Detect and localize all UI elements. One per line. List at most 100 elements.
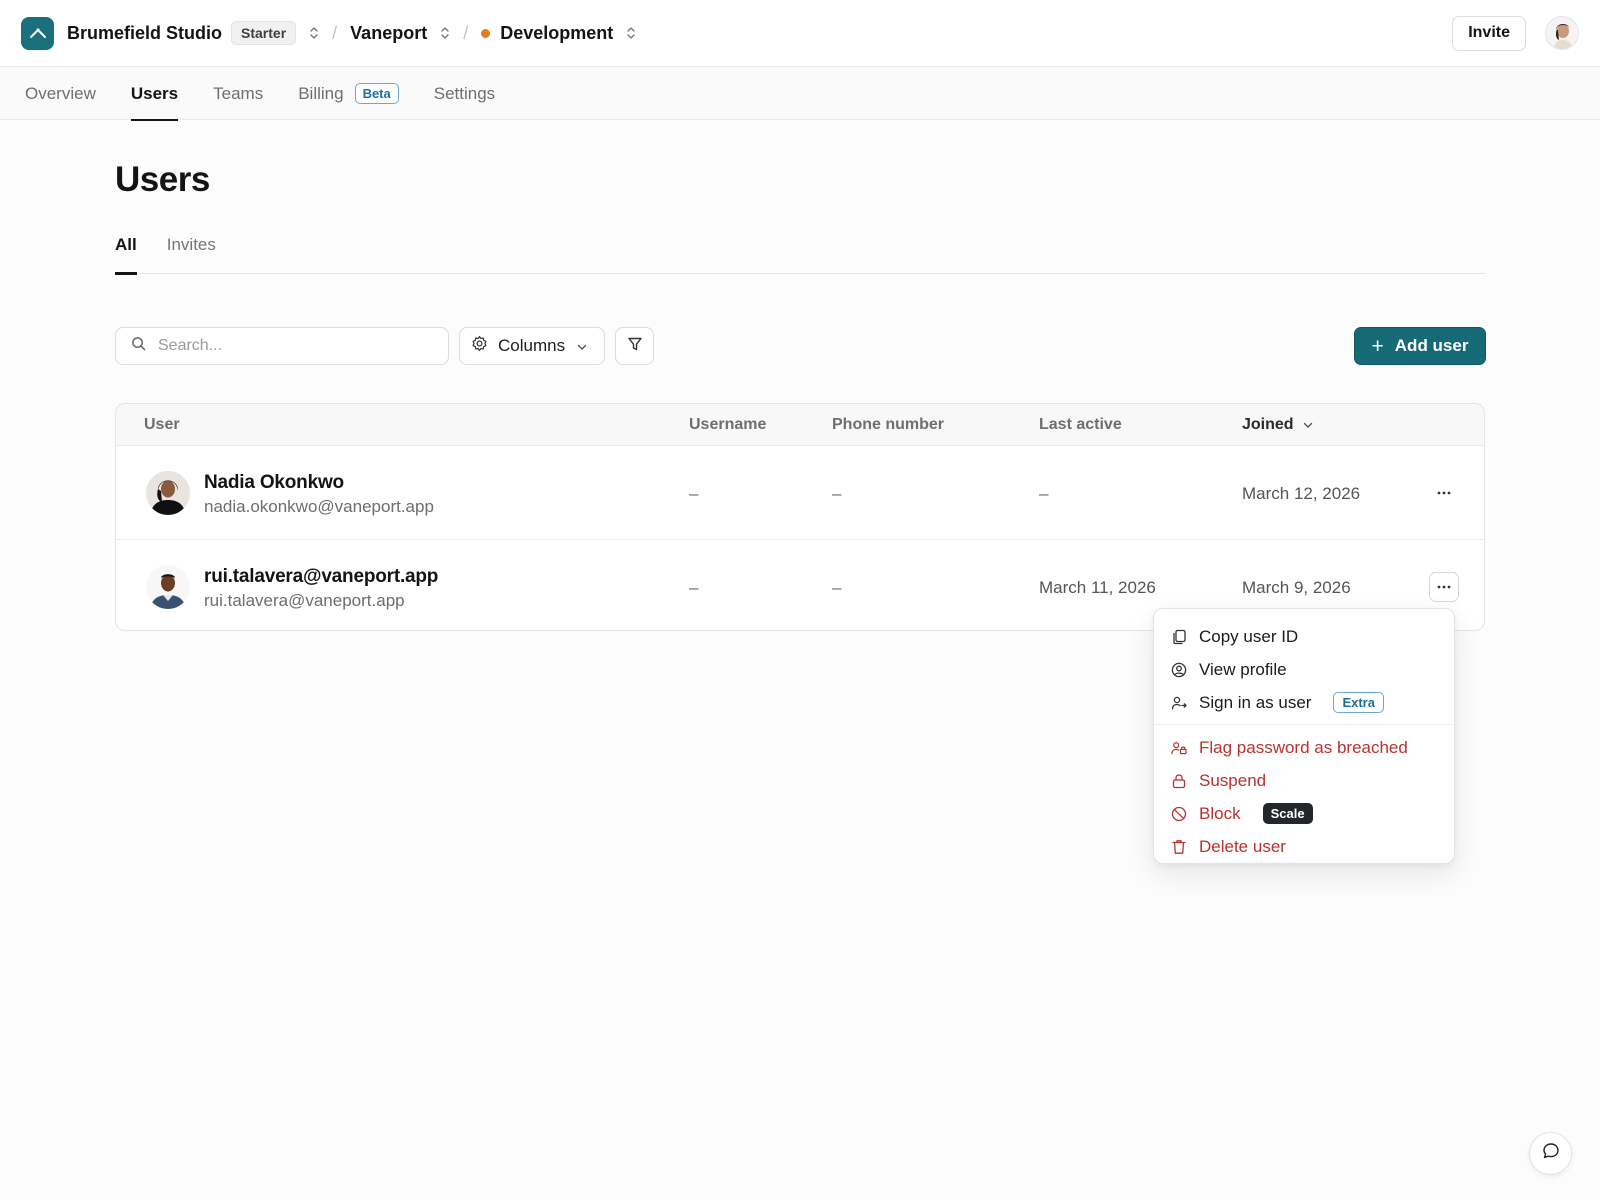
user-name[interactable]: Nadia Okonkwo xyxy=(204,472,344,494)
org-logo-icon[interactable] xyxy=(21,16,54,50)
subtab-label: Invites xyxy=(166,235,216,254)
menu-item-view-profile[interactable]: View profile xyxy=(1154,653,1454,686)
menu-item-label: Flag password as breached xyxy=(1199,737,1408,757)
more-horizontal-icon xyxy=(1437,491,1451,495)
more-horizontal-icon xyxy=(1437,585,1451,589)
filter-icon xyxy=(627,336,643,357)
tab-label: Billing xyxy=(298,83,344,103)
tab-label: Settings xyxy=(433,83,496,103)
column-header-joined-label: Joined xyxy=(1242,416,1294,433)
column-header-last-active: Last active xyxy=(1039,416,1122,433)
phone-cell: – xyxy=(832,484,842,503)
environment-switcher-icon[interactable] xyxy=(626,26,636,40)
menu-item-block[interactable]: Block Scale xyxy=(1154,797,1454,830)
search-box xyxy=(115,327,449,365)
tab-overview[interactable]: Overview xyxy=(25,67,96,120)
user-avatar xyxy=(146,565,190,609)
row-actions-menu: Copy user ID View profile Sign in as use… xyxy=(1153,608,1455,864)
user-sign-in-icon xyxy=(1171,695,1187,711)
menu-item-label: Sign in as user xyxy=(1199,692,1312,712)
menu-item-label: Copy user ID xyxy=(1199,626,1299,646)
page-title: Users xyxy=(115,160,210,199)
search-input[interactable] xyxy=(158,337,428,355)
menu-item-flag-password-breached[interactable]: Flag password as breached xyxy=(1154,731,1454,764)
menu-item-copy-user-id[interactable]: Copy user ID xyxy=(1154,620,1454,653)
chat-bubble-icon xyxy=(1542,1142,1560,1165)
user-subtabs: All Invites xyxy=(115,228,1485,275)
user-email: nadia.okonkwo@vaneport.app xyxy=(204,497,434,516)
beta-badge: Beta xyxy=(354,83,399,104)
username-cell: – xyxy=(689,484,699,503)
menu-item-label: View profile xyxy=(1199,659,1287,679)
username-cell: – xyxy=(689,578,699,597)
tab-label: Teams xyxy=(213,83,264,103)
column-header-phone: Phone number xyxy=(832,416,945,433)
breadcrumb-separator: / xyxy=(463,22,469,43)
extra-badge: Extra xyxy=(1333,692,1384,713)
table-row[interactable]: Nadia Okonkwo nadia.okonkwo@vaneport.app… xyxy=(116,446,1484,539)
chat-launcher-button[interactable] xyxy=(1529,1132,1572,1175)
trash-icon xyxy=(1171,839,1187,855)
subtab-invites[interactable]: Invites xyxy=(167,228,216,274)
user-circle-icon xyxy=(1171,662,1187,678)
joined-cell: March 12, 2026 xyxy=(1242,484,1361,503)
menu-item-label: Block xyxy=(1199,803,1241,823)
lock-icon xyxy=(1171,773,1187,789)
tab-billing[interactable]: Billing Beta xyxy=(298,67,399,120)
phone-cell: – xyxy=(832,578,842,597)
gear-icon xyxy=(471,335,488,357)
tab-settings[interactable]: Settings xyxy=(434,67,495,120)
subtab-label: All xyxy=(115,235,137,254)
user-name[interactable]: rui.talavera@vaneport.app xyxy=(204,566,438,588)
joined-cell: March 9, 2026 xyxy=(1242,578,1351,597)
account-avatar[interactable] xyxy=(1545,16,1579,50)
subtab-all[interactable]: All xyxy=(115,228,137,275)
project-switcher-icon[interactable] xyxy=(440,26,450,40)
sort-descending-icon xyxy=(1303,422,1312,428)
menu-item-sign-in-as-user[interactable]: Sign in as user Extra xyxy=(1154,686,1454,719)
menu-item-suspend[interactable]: Suspend xyxy=(1154,764,1454,797)
columns-button[interactable]: Columns xyxy=(459,327,605,365)
columns-label: Columns xyxy=(498,336,566,355)
environment-status-dot xyxy=(481,28,491,38)
plan-badge: Starter xyxy=(231,21,297,45)
search-icon xyxy=(131,336,146,356)
org-switcher-icon[interactable] xyxy=(309,26,319,40)
last-active-cell: March 11, 2026 xyxy=(1039,578,1156,597)
chevron-down-icon xyxy=(577,336,587,356)
menu-item-delete-user[interactable]: Delete user xyxy=(1154,830,1454,863)
plus-icon: + xyxy=(1371,334,1384,358)
users-table: User Username Phone number Last active J… xyxy=(115,403,1485,631)
top-bar: Brumefield Studio Starter / Vaneport / D… xyxy=(0,0,1600,67)
row-actions-button[interactable] xyxy=(1429,572,1459,602)
tab-users[interactable]: Users xyxy=(130,67,179,121)
column-header-username: Username xyxy=(689,416,767,433)
table-header: User Username Phone number Last active J… xyxy=(116,404,1484,446)
user-avatar xyxy=(146,471,190,515)
column-header-user: User xyxy=(144,416,180,433)
environment-name[interactable]: Development xyxy=(481,23,613,44)
tab-teams[interactable]: Teams xyxy=(213,67,263,120)
project-name[interactable]: Vaneport xyxy=(350,23,427,44)
menu-item-label: Delete user xyxy=(1199,836,1286,856)
add-user-button[interactable]: + Add user xyxy=(1354,327,1486,365)
copy-icon xyxy=(1171,629,1187,645)
tab-label: Users xyxy=(130,83,179,103)
scale-badge: Scale xyxy=(1262,803,1313,824)
invite-button[interactable]: Invite xyxy=(1452,15,1526,51)
row-actions-button[interactable] xyxy=(1429,478,1459,508)
main-nav: Overview Users Teams Billing Beta Setting… xyxy=(0,67,1600,121)
user-lock-icon xyxy=(1171,740,1187,756)
org-name[interactable]: Brumefield Studio xyxy=(67,23,222,44)
column-header-joined[interactable]: Joined xyxy=(1242,416,1313,434)
tab-label: Overview xyxy=(25,83,96,103)
filter-button[interactable] xyxy=(615,327,654,365)
block-icon xyxy=(1171,806,1187,822)
menu-divider xyxy=(1154,724,1454,725)
user-email: rui.talavera@vaneport.app xyxy=(204,591,405,610)
add-user-label: Add user xyxy=(1394,336,1469,355)
breadcrumb-separator: / xyxy=(332,22,338,43)
menu-item-label: Suspend xyxy=(1199,770,1267,790)
environment-label: Development xyxy=(500,22,614,43)
project-label: Vaneport xyxy=(350,22,428,43)
